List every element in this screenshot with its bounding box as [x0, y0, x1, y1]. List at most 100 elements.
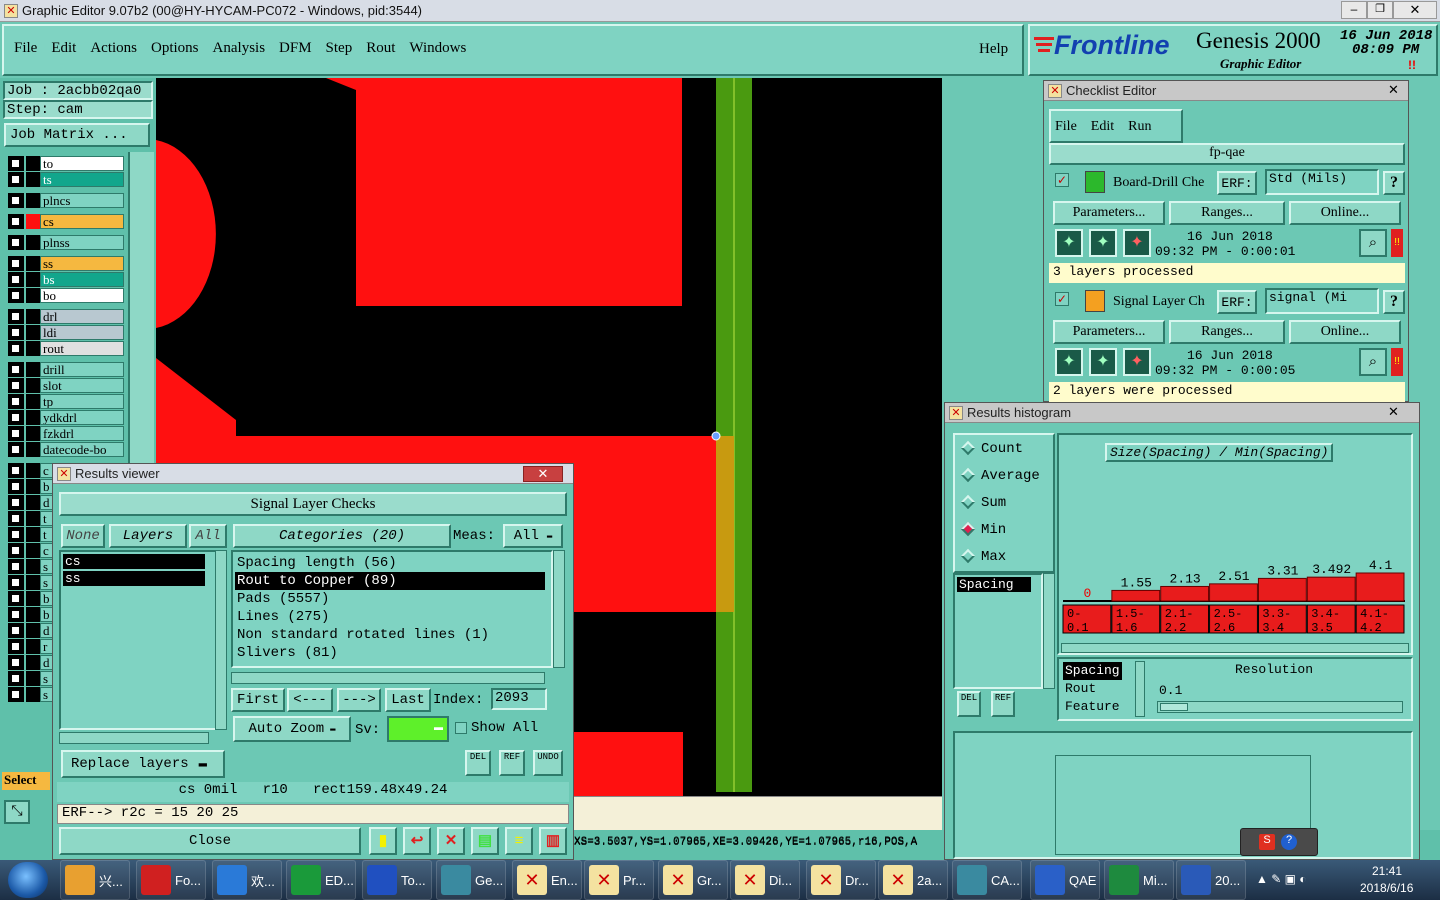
checklist-menu-run[interactable]: Run	[1128, 119, 1151, 135]
start-button[interactable]	[8, 862, 48, 898]
maximize-button[interactable]: ❐	[1367, 1, 1393, 19]
results-layer-item[interactable]: cs	[63, 554, 205, 569]
taskbar-item[interactable]: ✕ En...	[512, 860, 582, 900]
parameters-button[interactable]: Parameters...	[1053, 201, 1165, 225]
layer-active-toggle[interactable]	[26, 309, 40, 324]
taskbar-item[interactable]: To...	[362, 860, 432, 900]
results-layer-item[interactable]: ss	[63, 571, 205, 586]
layer-visibility-checkbox[interactable]	[8, 426, 24, 441]
layer-row-plnss[interactable]: plnss	[8, 235, 126, 250]
layer-active-toggle[interactable]	[26, 607, 40, 622]
feature-info-icon[interactable]: ▮	[369, 827, 397, 855]
layer-row-plncs[interactable]: plncs	[8, 193, 126, 208]
layer-row-ts[interactable]: ts	[8, 172, 126, 187]
layer-row-bo[interactable]: bo	[8, 288, 126, 303]
chart-icon[interactable]: ▥	[539, 827, 567, 855]
layer-row-hidden[interactable]: t	[8, 511, 58, 526]
results-layer-hscroll[interactable]	[59, 732, 209, 744]
layer-active-toggle[interactable]	[26, 235, 40, 250]
layer-row-hidden[interactable]: t	[8, 527, 58, 542]
layer-active-toggle[interactable]	[26, 378, 40, 393]
layer-row-hidden[interactable]: r	[8, 639, 58, 654]
report-icon[interactable]: ≡	[505, 827, 533, 855]
histogram-del-button[interactable]: DEL	[957, 691, 981, 717]
layer-active-toggle[interactable]	[26, 543, 40, 558]
checklist-menu-edit[interactable]: Edit	[1091, 119, 1114, 135]
menu-rout[interactable]: Rout	[366, 40, 395, 57]
layer-active-toggle[interactable]	[26, 559, 40, 574]
layer-active-toggle[interactable]	[26, 214, 40, 229]
layer-visibility-checkbox[interactable]	[8, 687, 24, 702]
ref-button[interactable]: REF	[499, 750, 525, 776]
histogram-bar[interactable]	[1160, 585, 1210, 602]
layer-visibility-checkbox[interactable]	[8, 172, 24, 187]
resolution-slider-thumb[interactable]	[1160, 703, 1188, 711]
menu-options[interactable]: Options	[151, 40, 199, 57]
undo-action-icon[interactable]: ↩	[403, 827, 431, 855]
parameters-button[interactable]: Parameters...	[1053, 320, 1165, 344]
layer-visibility-checkbox[interactable]	[8, 378, 24, 393]
results-layer-vscroll[interactable]	[215, 550, 227, 730]
menu-edit[interactable]: Edit	[51, 40, 76, 57]
taskbar-item[interactable]: ✕ Di...	[730, 860, 800, 900]
layer-row-cs[interactable]: cs	[8, 214, 126, 229]
layer-row-to[interactable]: to	[8, 156, 126, 171]
layer-active-toggle[interactable]	[26, 156, 40, 171]
layer-row-hidden[interactable]: b	[8, 479, 58, 494]
layer-active-toggle[interactable]	[26, 687, 40, 702]
layer-row-hidden[interactable]: s	[8, 671, 58, 686]
taskbar-item[interactable]: Fo...	[136, 860, 206, 900]
layer-row-hidden[interactable]: d	[8, 623, 58, 638]
layers-all-button[interactable]: All	[189, 524, 227, 548]
first-button[interactable]: First	[231, 688, 285, 712]
histogram-mode-average[interactable]: Average	[959, 467, 1040, 495]
ime-help-icon[interactable]: ?	[1281, 834, 1297, 850]
histogram-close-icon[interactable]: ✕	[1388, 404, 1399, 420]
replace-layers-button[interactable]: Replace layers ▬	[61, 750, 225, 778]
layer-row-hidden[interactable]: s	[8, 559, 58, 574]
layer-row-ss[interactable]: ss	[8, 256, 126, 271]
histogram-mode-min[interactable]: Min	[959, 521, 1040, 549]
layer-visibility-checkbox[interactable]	[8, 288, 24, 303]
taskbar-item[interactable]: ✕ Gr...	[658, 860, 728, 900]
checklist-item-checkbox[interactable]: ✓	[1055, 292, 1069, 306]
layer-visibility-checkbox[interactable]	[8, 591, 24, 606]
category-item[interactable]: Pads (5557)	[235, 590, 545, 608]
next-button[interactable]: --->	[337, 688, 381, 712]
checklist-item-label[interactable]: Board-Drill Che	[1113, 175, 1217, 191]
layer-visibility-checkbox[interactable]	[8, 235, 24, 250]
show-all-checkbox[interactable]	[455, 722, 467, 734]
layer-active-toggle[interactable]	[26, 575, 40, 590]
layer-active-toggle[interactable]	[26, 172, 40, 187]
ranges-button[interactable]: Ranges...	[1169, 201, 1285, 225]
meas-select[interactable]: All ▬	[503, 524, 563, 548]
layer-visibility-checkbox[interactable]	[8, 639, 24, 654]
histogram-sub-item[interactable]: Spacing	[1063, 662, 1122, 680]
layer-icon[interactable]: ▤	[471, 827, 499, 855]
layer-visibility-checkbox[interactable]	[8, 256, 24, 271]
layer-active-toggle[interactable]	[26, 341, 40, 356]
layer-visibility-checkbox[interactable]	[8, 394, 24, 409]
categories-hscroll[interactable]	[231, 672, 545, 684]
zoom-results-icon[interactable]: ⌕	[1359, 229, 1387, 257]
run-icon[interactable]: ✦	[1055, 229, 1083, 257]
histogram-bar[interactable]	[1209, 583, 1258, 602]
checklist-item-label[interactable]: Signal Layer Ch	[1113, 294, 1217, 310]
histogram-sub-item[interactable]: Rout	[1063, 680, 1122, 698]
menu-dfm[interactable]: DFM	[279, 40, 312, 57]
layer-row-hidden[interactable]: c	[8, 463, 58, 478]
category-item[interactable]: Rout to Copper (89)	[235, 572, 545, 590]
layer-visibility-checkbox[interactable]	[8, 341, 24, 356]
taskbar-item[interactable]: ✕ Dr...	[806, 860, 876, 900]
layer-row-hidden[interactable]: s	[8, 575, 58, 590]
menu-analysis[interactable]: Analysis	[213, 40, 266, 57]
layer-visibility-checkbox[interactable]	[8, 575, 24, 590]
layer-visibility-checkbox[interactable]	[8, 463, 24, 478]
layer-visibility-checkbox[interactable]	[8, 325, 24, 340]
ime-s-icon[interactable]: S	[1259, 834, 1275, 850]
taskbar-item[interactable]: 兴...	[60, 860, 130, 900]
layer-active-toggle[interactable]	[26, 511, 40, 526]
layer-visibility-checkbox[interactable]	[8, 479, 24, 494]
stop-icon[interactable]: ✦	[1123, 229, 1151, 257]
zoom-tool-icon[interactable]: ⤡	[4, 800, 30, 824]
